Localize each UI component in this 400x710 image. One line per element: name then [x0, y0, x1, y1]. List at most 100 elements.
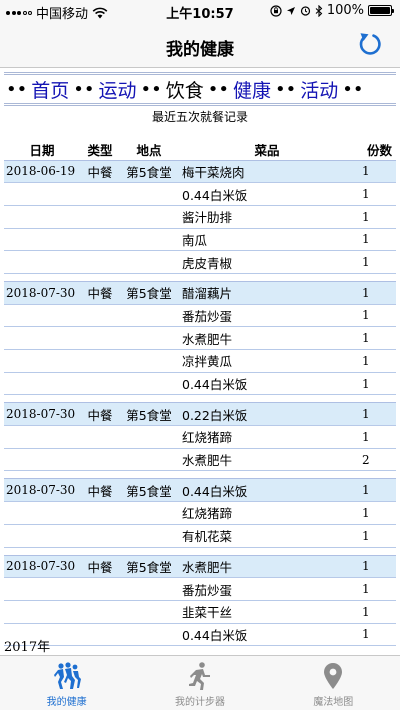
- cell-type: 中餐: [80, 478, 120, 503]
- cell-place: [120, 524, 178, 548]
- cell-date: [4, 349, 80, 373]
- section-link-0[interactable]: 首页: [31, 76, 69, 103]
- cell-food: 梅干菜烧肉: [178, 159, 356, 184]
- cell-place: [120, 425, 178, 449]
- group-spacer-cell: [4, 273, 396, 282]
- cell-date: [4, 304, 80, 328]
- cell-food: 0.44白米饭: [178, 478, 356, 503]
- cell-food: 南瓜: [178, 228, 356, 252]
- meal-row: 水煮肥牛 1: [4, 326, 396, 350]
- cell-food: 0.22白米饭: [178, 402, 356, 427]
- separator-dots: ••: [6, 78, 28, 100]
- cell-food: 番茄炒蛋: [178, 577, 356, 601]
- cell-date: [4, 326, 80, 350]
- group-spacer: [4, 394, 396, 404]
- cell-qty: 1: [356, 182, 396, 206]
- meal-row: 红烧猪蹄 1: [4, 501, 396, 525]
- cell-food: 红烧猪蹄: [178, 501, 356, 525]
- tab-magic-map[interactable]: 魔法地图: [267, 656, 400, 710]
- meal-row-first: 2018-07-30 中餐 第5食堂 0.22白米饭 1: [4, 402, 396, 427]
- meal-row: 凉拌黄瓜 1: [4, 349, 396, 373]
- alarm-icon: [300, 6, 310, 16]
- cell-food: 虎皮青椒: [178, 250, 356, 274]
- cell-place: 第5食堂: [120, 554, 178, 579]
- header-type: 类型: [87, 143, 113, 159]
- cell-date: [4, 448, 80, 472]
- tab-bar: 我的健康 我的计步器 魔法地图: [0, 655, 400, 710]
- cell-date: 2018-07-30: [4, 478, 80, 503]
- cell-place: [120, 372, 178, 396]
- meal-row-first: 2018-06-19 中餐 第5食堂 梅干菜烧肉 1: [4, 159, 396, 184]
- cell-type: 中餐: [80, 554, 120, 579]
- meal-row-first: 2018-07-30 中餐 第5食堂 0.44白米饭 1: [4, 478, 396, 503]
- cell-date: 2018-06-19: [4, 159, 80, 184]
- cell-place: 第5食堂: [120, 159, 178, 184]
- cell-date: [4, 501, 80, 525]
- cell-place: [120, 600, 178, 624]
- cell-place: [120, 182, 178, 206]
- table-body: 2018-06-19 中餐 第5食堂 梅干菜烧肉 1 0.44白米饭 1 酱汁肋排 1 南瓜 1 虎皮…: [4, 159, 396, 647]
- cell-type: 中餐: [80, 159, 120, 184]
- cell-place: 第5食堂: [120, 402, 178, 427]
- cell-date: [4, 250, 80, 274]
- tab-my-health[interactable]: 我的健康: [0, 656, 133, 710]
- cell-qty: 1: [356, 554, 396, 579]
- header-place: 地点: [136, 143, 162, 159]
- cell-qty: 1: [356, 600, 396, 624]
- cell-date: 2018-07-30: [4, 280, 80, 305]
- cell-food: 酱汁肋排: [178, 205, 356, 229]
- refresh-icon[interactable]: [356, 30, 384, 58]
- navigation-bar: 我的健康: [0, 22, 400, 68]
- cell-type: [80, 326, 120, 350]
- cell-type: [80, 304, 120, 328]
- tab-label: 魔法地图: [313, 697, 354, 708]
- cell-qty: 1: [356, 577, 396, 601]
- cell-qty: 1: [356, 425, 396, 449]
- cell-date: [4, 524, 80, 548]
- cell-date: [4, 228, 80, 252]
- cell-place: [120, 577, 178, 601]
- meal-records-table: 日期 类型 地点 菜品 份数 2018-06-19 中餐 第5食堂 梅干菜烧肉 1 0.4…: [4, 140, 396, 647]
- status-right: 100%: [270, 3, 394, 18]
- status-bar: 中国移动 上午10:57 100%: [0, 0, 400, 22]
- meal-row: 番茄炒蛋 1: [4, 577, 396, 601]
- cell-date: [4, 577, 80, 601]
- meal-row: 0.44白米饭 1: [4, 372, 396, 396]
- runners-group-icon: [53, 662, 81, 689]
- cell-qty: 1: [356, 524, 396, 548]
- header-food: 菜品: [254, 143, 280, 159]
- meal-row-first: 2018-07-30 中餐 第5食堂 醋溜藕片 1: [4, 280, 396, 305]
- cell-type: [80, 372, 120, 396]
- section-link-3[interactable]: 健康: [233, 76, 271, 103]
- cell-date: [4, 182, 80, 206]
- table-header-row: 日期 类型 地点 菜品 份数: [4, 140, 396, 160]
- year-label: 2017年: [4, 640, 51, 655]
- cell-type: [80, 205, 120, 229]
- cell-qty: 1: [356, 372, 396, 396]
- section-link-4[interactable]: 活动: [300, 76, 338, 103]
- location-arrow-icon: [286, 6, 295, 15]
- section-link-1[interactable]: 运动: [98, 76, 136, 103]
- battery-percent: 100%: [326, 3, 364, 18]
- separator-dots: ••: [207, 78, 229, 100]
- cell-type: [80, 425, 120, 449]
- cell-qty: 1: [356, 205, 396, 229]
- cell-type: [80, 501, 120, 525]
- meal-row: 水煮肥牛 2: [4, 448, 396, 472]
- cell-qty: 1: [356, 478, 396, 503]
- cell-food: 凉拌黄瓜: [178, 349, 356, 373]
- cell-type: [80, 600, 120, 624]
- cell-food: 0.44白米饭: [178, 372, 356, 396]
- nav-rule-bottom: [4, 103, 396, 106]
- cell-place: [120, 349, 178, 373]
- cell-food: 水煮肥牛: [178, 448, 356, 472]
- group-spacer: [4, 470, 396, 480]
- battery-fill: [370, 7, 390, 14]
- tab-label: 我的计步器: [174, 697, 225, 708]
- separator-dots: ••: [342, 78, 364, 100]
- cell-place: [120, 250, 178, 274]
- section-links: •• 首页 •• 运动 •• 饮食 •• 健康 •• 活动 ••: [0, 75, 400, 103]
- tab-my-pedometer[interactable]: 我的计步器: [133, 656, 266, 710]
- group-spacer-cell: [4, 394, 396, 404]
- cell-place: [120, 326, 178, 350]
